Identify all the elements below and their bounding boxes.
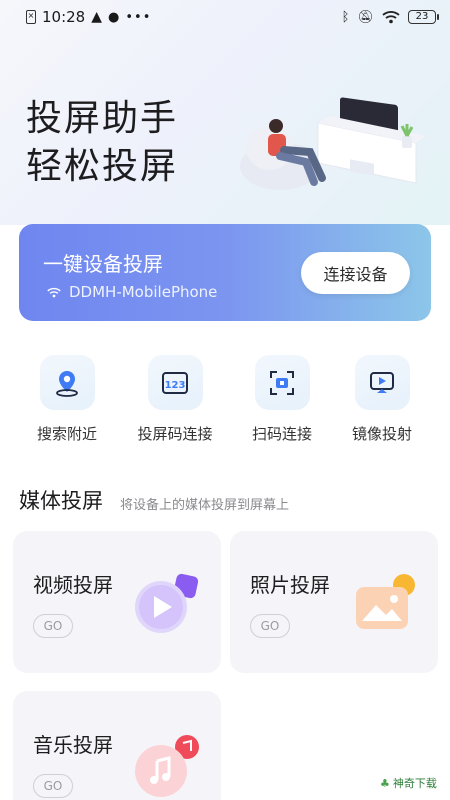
card-title: 音乐投屏 [33,733,113,757]
mirror-cast-icon [354,355,410,410]
hero-title-line1: 投屏助手 [26,98,179,139]
tv-person-illustration [240,97,426,190]
location-pin-icon [39,355,95,410]
warning-icon: ▲ [91,9,103,25]
status-bar: × 10:28 ▲ ● ••• ᛒ 🔕︎ 23 [0,0,450,34]
leaf-icon: ♣ [380,776,390,790]
music-cast-card[interactable]: 音乐投屏 GO [13,691,221,800]
card-title: 视频投屏 [33,573,113,597]
action-label: 镜像投射 [351,425,412,443]
code-123-icon: 123 [147,355,203,410]
app-icon: ● [108,9,120,25]
battery-icon: 23 [408,10,439,24]
sim-icon: × [26,10,36,24]
more-icon: ••• [125,9,152,25]
watermark: ♣ 神奇下载 [380,775,437,791]
section-title: 媒体投屏 [19,489,103,513]
watermark-text: 神奇下载 [392,777,437,790]
hero-title-line2: 轻松投屏 [26,146,179,187]
video-play-icon [135,573,199,633]
card-title: 照片投屏 [250,573,330,597]
action-mirror-cast[interactable]: 镜像投射 [337,355,427,444]
action-label: 投屏码连接 [137,425,213,443]
music-note-icon [135,735,199,797]
scan-icon [254,355,310,410]
banner-device: DDMH-MobilePhone [47,283,217,301]
one-key-cast-banner[interactable]: 一键设备投屏 DDMH-MobilePhone 连接设备 [19,224,431,321]
go-button[interactable]: GO [33,614,73,638]
wifi-icon [382,11,400,24]
action-cast-code[interactable]: 123 投屏码连接 [130,355,220,444]
connect-device-button[interactable]: 连接设备 [301,252,410,294]
bluetooth-icon: ᛒ [341,9,350,25]
svg-text:123: 123 [165,380,186,391]
go-button[interactable]: GO [33,774,73,798]
action-scan-connect[interactable]: 扫码连接 [237,355,327,444]
action-label: 扫码连接 [251,425,312,443]
photo-cast-card[interactable]: 照片投屏 GO [230,531,438,673]
hero-title: 投屏助手 轻松投屏 [26,95,178,191]
photo-icon [356,574,415,629]
wifi-icon [47,287,61,297]
banner-title: 一键设备投屏 [43,252,163,276]
section-subtitle: 将设备上的媒体投屏到屏幕上 [120,498,290,513]
action-search-nearby[interactable]: 搜索附近 [22,355,112,444]
mute-icon: 🔕︎ [357,9,374,25]
status-time: 10:28 [42,8,86,26]
go-button[interactable]: GO [250,614,290,638]
video-cast-card[interactable]: 视频投屏 GO [13,531,221,673]
banner-device-name: DDMH-MobilePhone [69,283,218,301]
action-label: 搜索附近 [36,425,97,443]
